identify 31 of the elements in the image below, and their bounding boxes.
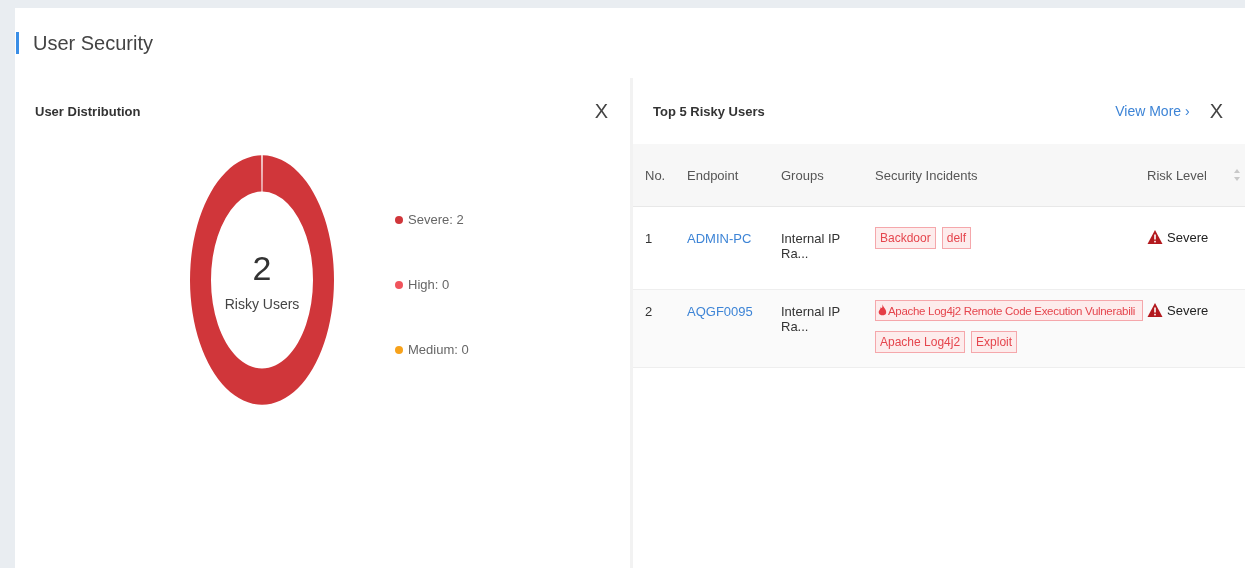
- table-cell-text: Internal IP Ra...: [780, 231, 842, 261]
- incident-tag: Apache Log4j2: [875, 331, 966, 353]
- column-header: Security Incidents: [874, 167, 979, 183]
- warning-icon: [1147, 229, 1163, 245]
- table-cell-text: 2: [644, 304, 654, 319]
- incident-tag: Apache Log4j2 Remote Code Execution Vulnerabili: [875, 300, 1143, 321]
- flame-icon: [878, 304, 887, 317]
- total-label: Risky Users: [224, 295, 300, 312]
- column-header: Groups: [780, 167, 825, 183]
- incident-tag: Exploit: [971, 331, 1018, 353]
- column-header: No.: [644, 167, 667, 183]
- endpoint-link[interactable]: ADMIN-PC: [675, 231, 769, 246]
- incident-tag: Backdoor: [875, 227, 936, 249]
- total-count: 2: [252, 248, 272, 288]
- endpoint-link[interactable]: AQGF0095: [675, 304, 769, 319]
- risk-level: Severe: [1167, 302, 1209, 318]
- view-more-link[interactable]: View More ›: [1115, 103, 1190, 119]
- panel-title: User Distribution: [35, 103, 142, 119]
- legend-label: Medium: 0: [408, 342, 469, 357]
- table-cell-text: 1: [644, 231, 654, 246]
- page-title: User Security: [33, 31, 154, 55]
- legend-label: High: 0: [408, 277, 450, 292]
- risk-level: Severe: [1167, 229, 1209, 245]
- column-header: Risk Level: [1146, 167, 1208, 183]
- table-cell-text: Internal IP Ra...: [780, 304, 842, 334]
- column-header: Endpoint: [686, 167, 740, 183]
- sort-icon[interactable]: [1233, 167, 1241, 183]
- incident-tag: delf: [941, 227, 972, 249]
- warning-icon: [1147, 302, 1163, 318]
- legend-label: Severe: 2: [408, 212, 464, 227]
- panel-title: Top 5 Risky Users: [653, 103, 766, 119]
